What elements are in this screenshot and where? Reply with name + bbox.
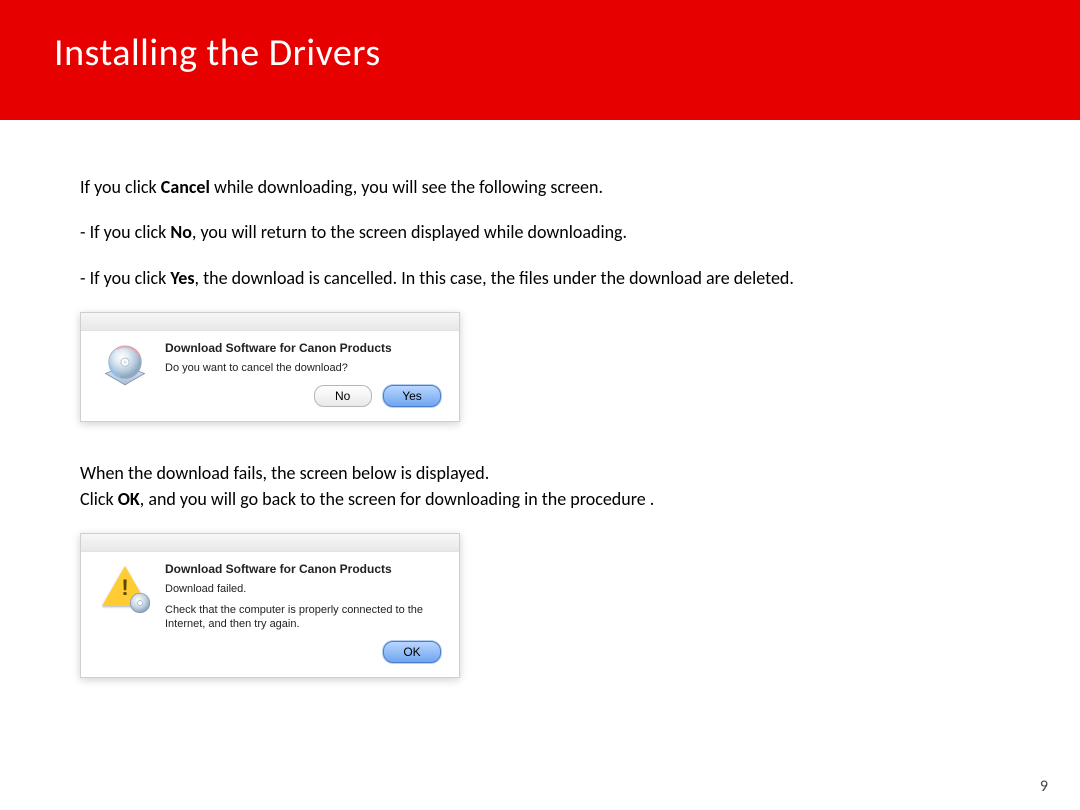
page-number: 9 (1040, 777, 1048, 796)
yes-button[interactable]: Yes (383, 385, 441, 407)
fail-dialog-text: Download Software for Canon Products Dow… (165, 562, 441, 663)
cancel-dialog-message: Do you want to cancel the download? (165, 361, 441, 375)
fail-line2-pre: Click (80, 488, 118, 510)
bullet-yes-post: , the download is cancelled. In this cas… (195, 267, 794, 289)
bullet-yes: - If you click Yes, the download is canc… (80, 267, 1000, 290)
fail-line1: When the download fails, the screen belo… (80, 462, 1000, 485)
page-title: Installing the Drivers (54, 30, 1080, 76)
fail-dialog-buttons: OK (165, 641, 441, 663)
bullet-no-bold: No (170, 221, 192, 243)
ok-button[interactable]: OK (383, 641, 441, 663)
intro-post: while downloading, you will see the foll… (210, 176, 603, 198)
bullet-no-post: , you will return to the screen displaye… (192, 221, 627, 243)
fail-dialog-titlebar (81, 534, 459, 552)
cancel-dialog-title: Download Software for Canon Products (165, 341, 441, 355)
bullet-yes-bold: Yes (170, 267, 194, 289)
fail-dialog-message1: Download failed. (165, 582, 441, 596)
fail-line2: Click OK, and you will go back to the sc… (80, 488, 1000, 511)
fail-line2-post: , and you will go back to the screen for… (140, 488, 655, 510)
cancel-dialog-buttons: No Yes (165, 385, 441, 407)
bullet-yes-pre: - If you click (80, 267, 170, 289)
warning-icon: ! (99, 562, 151, 614)
mini-cd-icon (127, 590, 153, 616)
bullet-no-pre: - If you click (80, 221, 170, 243)
cancel-dialog-titlebar (81, 313, 459, 331)
page-header: Installing the Drivers (0, 0, 1080, 120)
fail-dialog-message2: Check that the computer is properly conn… (165, 603, 441, 632)
bullet-no: - If you click No, you will return to th… (80, 221, 1000, 244)
section-download-fail: When the download fails, the screen belo… (80, 462, 1000, 511)
cd-installer-icon (99, 341, 151, 393)
intro-paragraph: If you click Cancel while downloading, y… (80, 176, 1000, 199)
cancel-dialog-body: Download Software for Canon Products Do … (81, 331, 459, 421)
no-button[interactable]: No (314, 385, 372, 407)
intro-bold-cancel: Cancel (161, 176, 210, 198)
cancel-dialog-text: Download Software for Canon Products Do … (165, 341, 441, 407)
fail-dialog: ! Download Sof (80, 533, 460, 678)
fail-line2-bold: OK (118, 488, 140, 510)
page-content: If you click Cancel while downloading, y… (0, 120, 1080, 678)
fail-dialog-body: ! Download Sof (81, 552, 459, 677)
fail-dialog-title: Download Software for Canon Products (165, 562, 441, 576)
cancel-dialog: Download Software for Canon Products Do … (80, 312, 460, 422)
intro-pre: If you click (80, 176, 161, 198)
